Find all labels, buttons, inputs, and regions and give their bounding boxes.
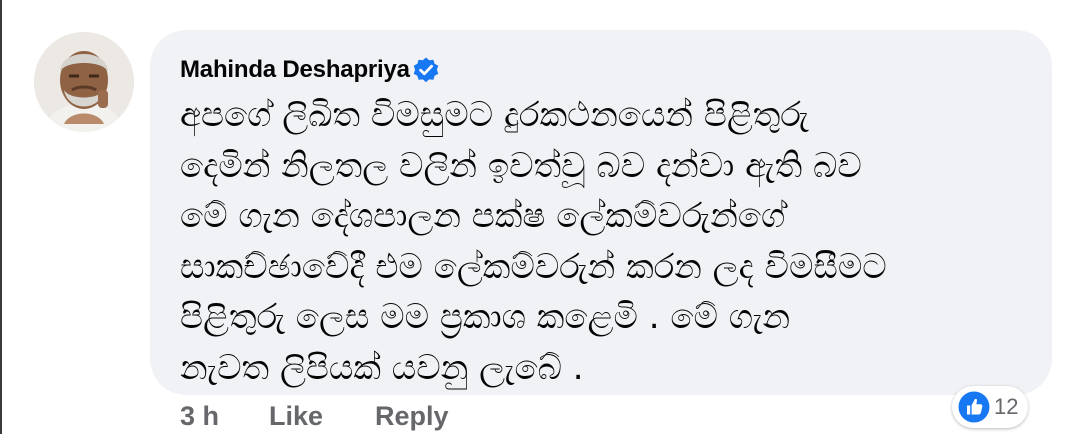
comment-line: අපගේ ලිඛිත විමසුමට දුරකථනයෙන් පිළිතුරු (180, 95, 809, 135)
reply-button[interactable]: Reply (375, 401, 449, 432)
left-divider (0, 0, 2, 434)
like-thumbs-up-icon (958, 391, 990, 423)
reaction-summary[interactable]: 12 (952, 386, 1029, 428)
verified-badge-icon (413, 57, 439, 83)
avatar[interactable] (34, 32, 134, 132)
comment-text: අපගේ ලිඛිත විමසුමට දුරකථනයෙන් පිළිතුරු ද… (180, 90, 1040, 393)
author-row: Mahinda Deshapriya (180, 52, 440, 88)
avatar-portrait-icon (34, 32, 134, 132)
comment-line: මේ ගැන දේශපාලන පක්ෂ ලේකම්වරුන්ගේ (180, 196, 786, 236)
comment-line: සාකච්ඡාවේදී එම ලේකම්වරුන් කරන ලද විමසීමට (180, 246, 887, 287)
comment-line: නැවත ලිපියක් යවනු ලැබේ . (180, 347, 584, 388)
like-button[interactable]: Like (269, 401, 323, 432)
comment-line: පිළිතුරු ලෙස මම ප්‍රකාශ කළෙමි . මේ ගැන (180, 297, 791, 337)
author-name[interactable]: Mahinda Deshapriya (180, 56, 410, 84)
timestamp-link[interactable]: 3 h (180, 401, 219, 432)
comment-bubble: Mahinda Deshapriya අපගේ ලිඛිත විමසුමට දු… (150, 30, 1052, 395)
comment-view: Mahinda Deshapriya අපගේ ලිඛිත විමසුමට දු… (0, 0, 1080, 434)
reaction-count: 12 (994, 394, 1019, 419)
comment-actions: 3 h Like Reply (180, 398, 449, 434)
comment-line: දෙමින් නිලතල වලින් ඉවත්වූ බව දන්වා ඇති බ… (180, 145, 862, 186)
